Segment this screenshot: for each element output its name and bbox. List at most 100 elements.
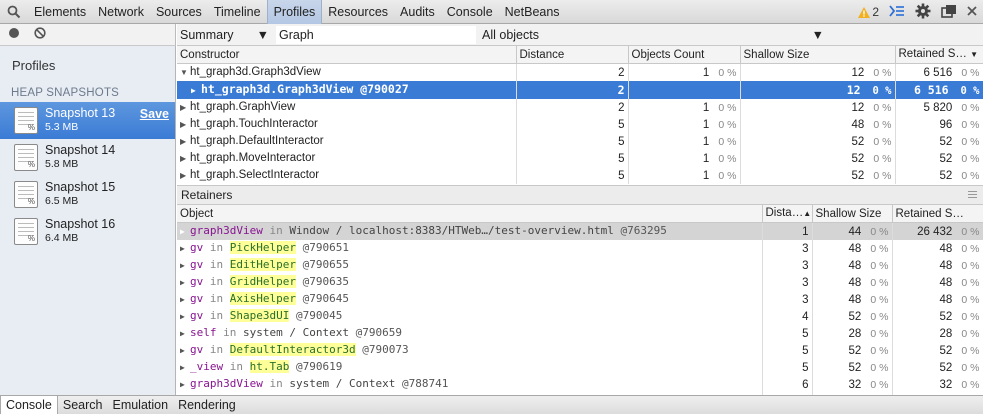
class-filter-input[interactable]: Graph [276,25,476,44]
drawer-tab-search[interactable]: Search [58,396,108,414]
table-row[interactable]: ▶ ht_graph.SelectInteractor 5 1 0 % 52 0 … [177,167,983,184]
gear-icon[interactable] [915,3,931,22]
expanded-triangle-icon[interactable]: ▼ [180,65,190,81]
view-select-value: Summary [180,27,234,42]
save-button[interactable]: Save [140,107,169,121]
collapsed-triangle-icon[interactable]: ▶ [191,83,201,99]
retainer-distance: 5 [762,342,813,359]
column-retained-size[interactable]: Retained S… ▼ [895,46,983,64]
table-row[interactable]: ▶ gv in DefaultInteractor3d @790073 5 52 0 … [177,342,983,359]
retainer-in-keyword: in [209,275,224,288]
column-object[interactable]: Object [177,205,763,223]
snapshot-item[interactable]: Snapshot 14 5.8 MB [0,139,175,176]
collapsed-triangle-icon[interactable]: ▶ [180,309,190,325]
collapsed-triangle-icon[interactable]: ▶ [180,360,190,376]
column-shallow-size[interactable]: Shallow Size [740,46,896,64]
retainer-context: system / Context [289,377,396,390]
collapsed-triangle-icon[interactable]: ▶ [180,377,190,393]
tab-elements[interactable]: Elements [28,0,92,24]
table-row[interactable]: ▶ _view in ht.Tab @790619 5 52 0 % 52 0 % [177,359,983,376]
retainer-class: GridHelper [229,275,296,288]
view-select[interactable]: Summary ▼ [177,28,273,42]
table-row[interactable]: ▶ gv in GridHelper @790635 3 48 0 % 48 0 % [177,274,983,291]
retainer-property: gv [190,275,204,288]
warning-counter[interactable]: 2 [858,5,879,19]
collapsed-triangle-icon[interactable]: ▶ [180,292,190,308]
collapsed-triangle-icon[interactable]: ▶ [180,224,190,240]
column-retained-size[interactable]: Retained S… [892,205,983,223]
tab-resources[interactable]: Resources [322,0,394,24]
retainer-context: system / Context [243,326,349,339]
collapsed-triangle-icon[interactable]: ▶ [180,100,190,116]
tab-console[interactable]: Console [441,0,499,24]
collapsed-triangle-icon[interactable]: ▶ [180,275,190,291]
sidebar-title[interactable]: Profiles [0,46,175,84]
retainer-in-keyword: in [229,360,243,373]
resize-handle-icon[interactable] [968,191,977,199]
collapsed-triangle-icon[interactable]: ▶ [180,241,190,257]
table-row[interactable]: ▶ ht_graph.DefaultInteractor 5 1 0 % 52 0… [177,133,983,150]
column-distance[interactable]: Distance [516,46,629,64]
collapsed-triangle-icon[interactable]: ▶ [180,117,190,133]
search-icon[interactable] [0,0,28,24]
retainer-address: @790651 [302,241,349,254]
objects-select[interactable]: All objects ▼ [476,28,824,42]
table-row[interactable]: ▶ gv in AxisHelper @790645 3 48 0 % 48 0 % [177,291,983,308]
column-distance[interactable]: Dista…▲ [762,205,813,223]
close-icon[interactable] [967,5,977,19]
snapshot-item[interactable]: Snapshot 13 5.3 MB Save [0,102,175,139]
retainer-address: @790659 [355,326,402,339]
tab-network[interactable]: Network [92,0,150,24]
drawer-tabs: Console Search Emulation Rendering [0,395,983,414]
tab-timeline[interactable]: Timeline [208,0,267,24]
chevron-down-icon: ▼ [256,27,269,42]
retainer-in-keyword: in [209,343,224,356]
table-row[interactable]: ▶ ht_graph.TouchInteractor 5 1 0 % 48 0 %… [177,116,983,133]
retainers-title: Retainers [181,188,233,202]
table-row[interactable]: ▶ gv in Shape3dUI @790045 4 52 0 % 52 0 % [177,308,983,325]
table-row[interactable]: ▶ graph3dView in system / Context @788741… [177,376,983,393]
table-row[interactable]: ▶ ht_graph.MoveInteractor 5 1 0 % 52 0 % … [177,150,983,167]
clear-icon[interactable] [34,27,46,42]
drawer-tab-emulation[interactable]: Emulation [107,396,173,414]
tab-netbeans[interactable]: NetBeans [499,0,566,24]
warning-icon [858,6,871,18]
retainer-in-keyword: in [209,292,224,305]
table-row[interactable]: ▶ gv in PickHelper @790651 3 48 0 % 48 0 % [177,240,983,257]
collapsed-triangle-icon[interactable]: ▶ [180,134,190,150]
collapsed-triangle-icon[interactable]: ▶ [180,168,190,184]
snapshot-item[interactable]: Snapshot 16 6.4 MB [0,213,175,250]
drawer-tab-console[interactable]: Console [0,396,58,414]
retainer-in-keyword: in [223,326,237,339]
table-row[interactable]: ▶ ht_graph.GraphView 2 1 0 % 12 0 % 5 820… [177,99,983,116]
record-icon[interactable] [8,27,20,42]
table-row[interactable]: ▶ gv in EditHelper @790655 3 48 0 % 48 0 % [177,257,983,274]
snapshot-item[interactable]: Snapshot 15 6.5 MB [0,176,175,213]
heap-snapshots-heading: HEAP SNAPSHOTS [11,87,120,99]
collapsed-triangle-icon[interactable]: ▶ [180,343,190,359]
retainer-address: @790635 [302,275,349,288]
column-shallow-size[interactable]: Shallow Size [812,205,893,223]
tab-audits[interactable]: Audits [394,0,441,24]
warning-count: 2 [872,5,879,19]
collapsed-triangle-icon[interactable]: ▶ [180,326,190,342]
drawer-tab-rendering[interactable]: Rendering [173,396,241,414]
table-row[interactable]: ▶ self in system / Context @790659 5 28 0 %… [177,325,983,342]
table-row-selected[interactable]: ▶ graph3dView in Window / localhost:8383/… [177,223,983,240]
collapsed-triangle-icon[interactable]: ▶ [180,258,190,274]
retainer-distance: 5 [762,359,813,376]
table-row-selected[interactable]: ▶ ht_graph3d.Graph3dView @790027 2 12 0 %… [177,81,983,99]
dock-icon[interactable] [941,4,957,21]
collapsed-triangle-icon[interactable]: ▶ [180,151,190,167]
retainer-address: @790619 [296,360,343,373]
retainers-header[interactable]: Retainers [177,186,983,205]
tab-profiles[interactable]: Profiles [266,0,323,24]
table-row[interactable]: ▼ ht_graph3d.Graph3dView 2 1 0 % 12 0 % 6… [177,63,983,81]
column-constructor[interactable]: Constructor [177,46,517,64]
drawer-toggle-icon[interactable] [889,4,905,21]
retainer-property: gv [190,241,204,254]
retainer-property: gv [190,258,204,271]
tab-sources[interactable]: Sources [150,0,208,24]
column-objects-count[interactable]: Objects Count [628,46,741,64]
retainer-property: graph3dView [190,224,263,237]
